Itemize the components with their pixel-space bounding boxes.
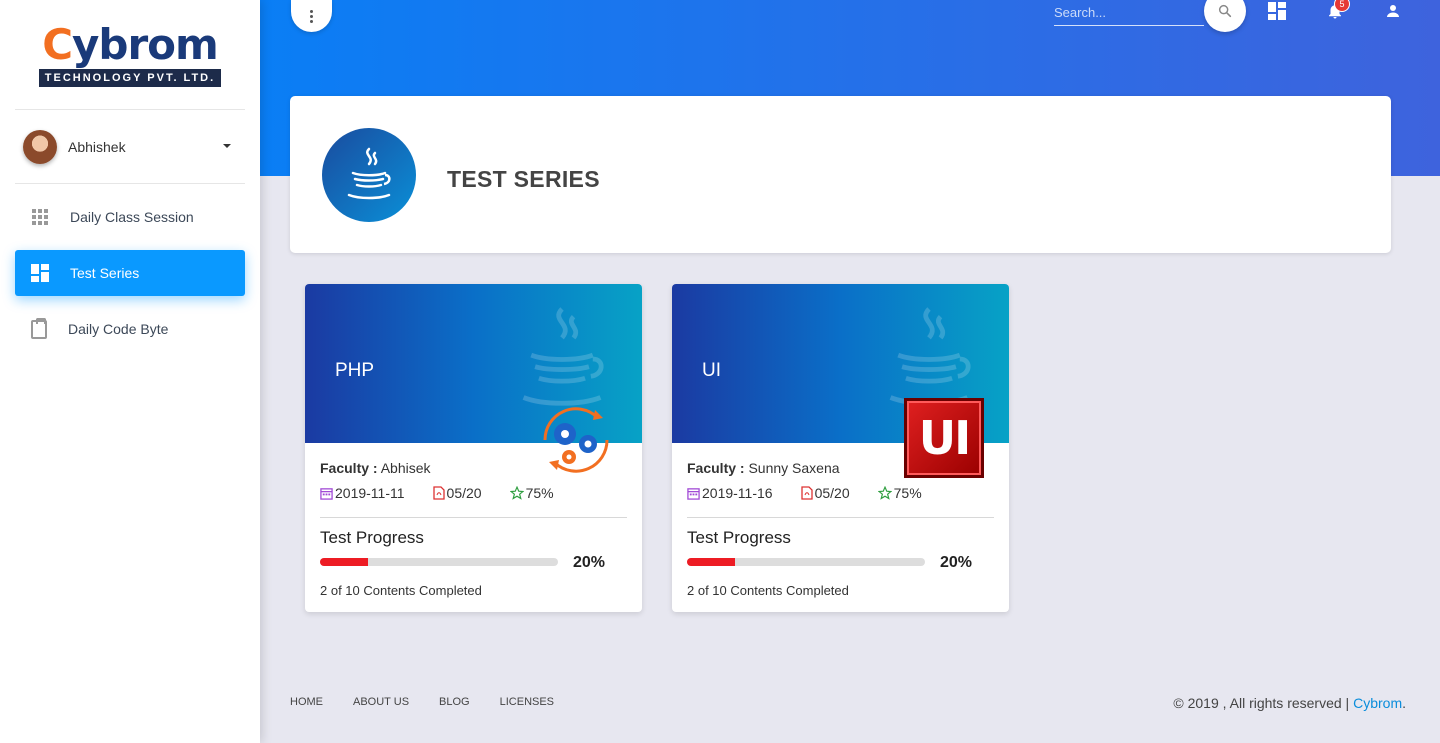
tests-item: 05/20 [432, 485, 496, 501]
card-tests: 05/20 [446, 485, 482, 501]
logo-tagline: TECHNOLOGY PVT. LTD. [38, 68, 222, 87]
copyright-period: . [1402, 695, 1406, 711]
rating-item: 75% [509, 485, 568, 501]
dashboard-icon [31, 264, 49, 282]
date-item: 2019-11-11 [320, 485, 419, 501]
divider [320, 517, 627, 518]
logo-letter: C [42, 19, 73, 69]
caret-down-icon [223, 144, 231, 148]
logo-rest: ybrom [72, 19, 219, 69]
sidebar-item-label: Test Series [70, 265, 140, 281]
course-card-ui[interactable]: UI UI Faculty : Sunny Saxena 2019-11-16 … [672, 284, 1009, 612]
gears-icon [543, 407, 609, 473]
search-button[interactable] [1204, 0, 1246, 32]
card-rating: 75% [893, 485, 922, 501]
faculty-name: Abhisek [380, 460, 431, 476]
sidebar-item-daily-code-byte[interactable]: Daily Code Byte [15, 306, 245, 352]
faculty-label: Faculty : [687, 460, 745, 476]
progress-caption: 2 of 10 Contents Completed [320, 583, 482, 598]
progress-title: Test Progress [687, 528, 791, 547]
search-icon [1218, 4, 1232, 18]
user-name: Abhishek [68, 138, 126, 155]
copyright-text: © 2019 , All rights reserved | [1173, 695, 1350, 711]
rating-item: 75% [877, 485, 936, 501]
ui-logo-text: UI [918, 411, 971, 465]
faculty-line: Faculty : Sunny Saxena [687, 460, 840, 476]
date-item: 2019-11-16 [687, 485, 787, 501]
progress-bar [687, 558, 925, 566]
sidebar: Cybrom TECHNOLOGY PVT. LTD. Abhishek Dai… [0, 0, 260, 743]
footer-link-blog[interactable]: BLOG [439, 696, 470, 708]
page-title: TEST SERIES [447, 166, 600, 192]
notification-badge: 5 [1334, 0, 1350, 12]
java-cup-icon [322, 128, 416, 222]
page-banner: TEST SERIES [290, 96, 1391, 253]
pdf-file-icon [800, 486, 813, 500]
user-icon[interactable] [1384, 2, 1402, 20]
footer-link-licenses[interactable]: LICENSES [500, 696, 554, 708]
avatar [23, 129, 57, 164]
card-title: PHP [335, 360, 375, 381]
sidebar-item-label: Daily Code Byte [68, 321, 169, 337]
logo-wordmark: Cybrom [42, 19, 219, 69]
star-icon [877, 486, 892, 500]
apps-grid-icon [31, 208, 49, 226]
more-menu-button[interactable] [291, 0, 332, 32]
progress-fill [320, 558, 368, 566]
calendar-icon [320, 487, 333, 500]
divider [687, 517, 994, 518]
card-meta: 2019-11-16 05/20 75% [687, 485, 950, 501]
progress-title: Test Progress [320, 528, 424, 547]
footer-nav: HOME ABOUT US BLOG LICENSES [290, 696, 584, 708]
clipboard-icon [31, 317, 47, 339]
faculty-label: Faculty : [320, 460, 378, 476]
more-vert-icon [310, 9, 313, 23]
pdf-file-icon [432, 486, 445, 500]
card-title: UI [702, 360, 721, 381]
card-meta: 2019-11-11 05/20 75% [320, 485, 582, 501]
sidebar-nav: Daily Class Session Test Series Daily Co… [0, 194, 260, 352]
dashboard-icon[interactable] [1268, 2, 1286, 20]
faculty-line: Faculty : Abhisek [320, 460, 431, 476]
star-icon [509, 486, 524, 500]
copyright-brand-link[interactable]: Cybrom [1353, 695, 1402, 711]
sidebar-item-test-series[interactable]: Test Series [15, 250, 245, 296]
progress-bar [320, 558, 558, 566]
user-menu[interactable]: Abhishek [15, 110, 245, 184]
progress-percent: 20% [940, 554, 973, 571]
search-input[interactable] [1054, 0, 1204, 26]
course-card-php[interactable]: PHP Faculty : Abhisek 2019-11-11 05/20 7… [305, 284, 642, 612]
progress-percent: 20% [573, 554, 606, 571]
faculty-name: Sunny Saxena [748, 460, 840, 476]
footer-link-about[interactable]: ABOUT US [353, 696, 409, 708]
card-date: 2019-11-16 [702, 485, 773, 501]
sidebar-item-label: Daily Class Session [70, 209, 194, 225]
ui-logo-icon: UI [904, 398, 984, 478]
copyright: © 2019 , All rights reserved | Cybrom. [1173, 695, 1406, 711]
progress-caption: 2 of 10 Contents Completed [687, 583, 849, 598]
card-date: 2019-11-11 [335, 485, 405, 501]
card-rating: 75% [525, 485, 554, 501]
calendar-icon [687, 487, 700, 500]
footer-link-home[interactable]: HOME [290, 696, 323, 708]
tests-item: 05/20 [800, 485, 864, 501]
brand-logo[interactable]: Cybrom TECHNOLOGY PVT. LTD. [15, 0, 245, 110]
card-tests: 05/20 [814, 485, 850, 501]
sidebar-item-daily-class-session[interactable]: Daily Class Session [15, 194, 245, 240]
progress-fill [687, 558, 735, 566]
